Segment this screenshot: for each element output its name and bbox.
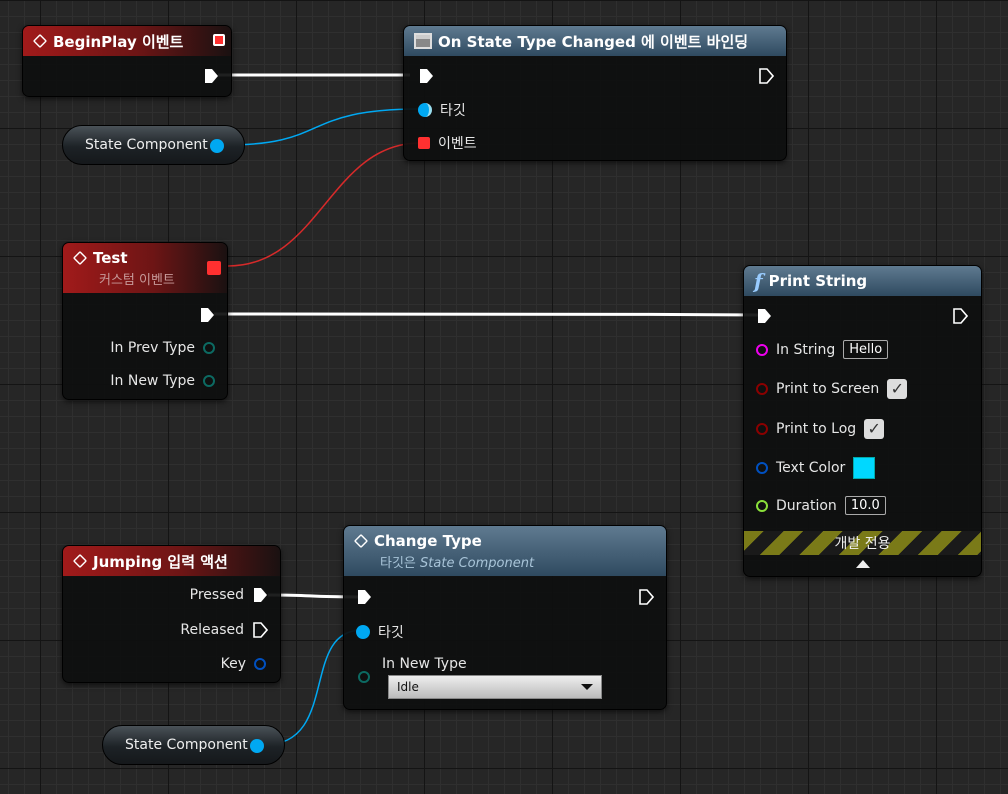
delegate-output-icon[interactable] <box>213 34 225 46</box>
beginplay-node[interactable]: BeginPlay 이벤트 <box>22 25 232 97</box>
target-pin-row[interactable]: 타깃 <box>356 622 404 642</box>
enum-pin-icon[interactable] <box>358 671 370 683</box>
duration-value[interactable]: 10.0 <box>844 496 886 515</box>
development-only-banner: 개발 전용 <box>744 531 981 555</box>
key-label: Key <box>220 656 246 672</box>
dropdown-value: Idle <box>397 680 419 694</box>
state-component-label: State Component <box>85 137 208 153</box>
exec-output-pin[interactable] <box>252 622 268 638</box>
print-to-log-row[interactable]: Print to Log ✓ <box>756 419 885 439</box>
event-pin-row[interactable]: 이벤트 <box>418 133 477 153</box>
change-type-title: Change Type <box>374 531 482 550</box>
print-string-title: Print String <box>768 272 868 290</box>
text-color-swatch[interactable] <box>853 457 876 479</box>
object-output-pin[interactable] <box>210 139 224 153</box>
exec-wire-test-print <box>213 312 761 317</box>
test-title: Test <box>93 248 128 267</box>
jumping-title: Jumping 입력 액션 <box>93 552 228 571</box>
bind-event-node[interactable]: On State Type Changed 에 이벤트 바인딩 타깃 이벤트 <box>403 25 787 161</box>
exec-output-pin[interactable] <box>638 589 654 605</box>
object-pin-icon <box>356 625 370 639</box>
print-to-screen-row[interactable]: Print to Screen ✓ <box>756 379 908 399</box>
function-icon: f <box>754 269 763 293</box>
jumping-header: Jumping 입력 액션 <box>63 546 280 576</box>
beginplay-header: BeginPlay 이벤트 <box>23 26 231 56</box>
event-dispatcher-icon <box>414 33 432 49</box>
change-type-subtitle: 타깃은 State Component <box>380 555 535 571</box>
exec-input-pin[interactable] <box>418 68 434 84</box>
chevron-down-icon <box>581 684 593 690</box>
exec-input-pin[interactable] <box>356 589 372 605</box>
enum-pin-icon <box>203 342 215 354</box>
in-new-type-row[interactable]: In New Type <box>110 373 215 389</box>
pressed-label: Pressed <box>189 587 244 603</box>
delegate-output-icon[interactable] <box>207 261 221 275</box>
key-row[interactable]: Key <box>221 656 266 672</box>
target-pin-label: 타깃 <box>378 625 404 641</box>
target-pin-row[interactable]: 타깃 <box>418 100 466 120</box>
released-row[interactable]: Released <box>180 622 268 638</box>
in-prev-type-label: In Prev Type <box>110 340 195 356</box>
released-label: Released <box>180 622 244 638</box>
jumping-input-action-node[interactable]: Jumping 입력 액션 Pressed Released Key <box>62 545 281 683</box>
text-color-label: Text Color <box>776 460 846 476</box>
exec-output-pin[interactable] <box>758 68 774 84</box>
new-type-dropdown[interactable]: Idle <box>388 675 602 699</box>
event-diamond-icon <box>32 33 48 49</box>
bind-event-header: On State Type Changed 에 이벤트 바인딩 <box>404 26 786 56</box>
target-pin-label: 타깃 <box>440 103 466 119</box>
print-to-screen-checkbox[interactable]: ✓ <box>887 379 908 399</box>
duration-label: Duration <box>776 497 837 514</box>
event-diamond-icon <box>72 553 88 569</box>
new-type-label-row: In New Type <box>382 656 467 672</box>
test-custom-event-node[interactable]: Test 커스텀 이벤트 In Prev Type In New Type <box>62 242 228 400</box>
duration-row[interactable]: Duration 10.0 <box>756 496 886 515</box>
object-output-pin[interactable] <box>250 739 264 753</box>
object-wire-statecomp-bind <box>225 108 421 146</box>
exec-output-pin[interactable] <box>952 308 968 324</box>
print-to-screen-label: Print to Screen <box>776 381 880 397</box>
state-component-getter-2[interactable]: State Component <box>102 725 285 765</box>
enum-pin-icon <box>203 375 215 387</box>
delegate-pin-icon <box>418 137 430 149</box>
print-string-header: f Print String <box>744 266 981 296</box>
bool-pin-icon <box>756 383 768 395</box>
in-string-row[interactable]: In String Hello <box>756 340 889 359</box>
event-diamond-icon <box>72 250 88 265</box>
bool-pin-icon <box>756 423 768 435</box>
state-component-getter[interactable]: State Component <box>62 125 245 165</box>
new-type-label: In New Type <box>382 656 467 672</box>
delegate-wire-test-bind <box>227 142 421 267</box>
exec-output-pin[interactable] <box>199 307 215 323</box>
object-pin-icon <box>418 103 432 117</box>
string-pin-icon <box>756 343 768 356</box>
exec-input-pin[interactable] <box>756 308 772 324</box>
development-only-label: 개발 전용 <box>834 536 891 552</box>
in-new-type-label: In New Type <box>110 373 195 389</box>
exec-output-pin[interactable] <box>203 68 219 84</box>
test-header: Test 커스텀 이벤트 <box>63 243 227 293</box>
struct-pin-icon <box>254 658 266 670</box>
change-type-node[interactable]: Change Type 타깃은 State Component 타깃 In Ne… <box>343 525 667 710</box>
exec-output-pin[interactable] <box>252 587 268 603</box>
expand-arrow-icon[interactable] <box>856 560 870 568</box>
float-pin-icon <box>756 499 768 512</box>
state-component-label: State Component <box>125 737 248 753</box>
print-to-log-checkbox[interactable]: ✓ <box>864 419 885 439</box>
print-to-log-label: Print to Log <box>776 421 857 437</box>
beginplay-title: BeginPlay 이벤트 <box>53 32 184 51</box>
text-color-row[interactable]: Text Color <box>756 457 876 479</box>
in-prev-type-row[interactable]: In Prev Type <box>110 340 215 356</box>
in-string-value[interactable]: Hello <box>843 340 889 359</box>
function-diamond-icon <box>353 533 369 548</box>
change-type-header: Change Type 타깃은 State Component <box>344 526 666 576</box>
test-subtitle: 커스텀 이벤트 <box>99 272 175 288</box>
bind-event-title: On State Type Changed 에 이벤트 바인딩 <box>438 32 749 51</box>
event-pin-label: 이벤트 <box>438 136 477 152</box>
pressed-row[interactable]: Pressed <box>190 587 268 603</box>
in-string-label: In String <box>776 341 836 358</box>
struct-pin-icon <box>756 462 768 474</box>
print-string-node[interactable]: f Print String In String Hello Print to … <box>743 265 982 577</box>
